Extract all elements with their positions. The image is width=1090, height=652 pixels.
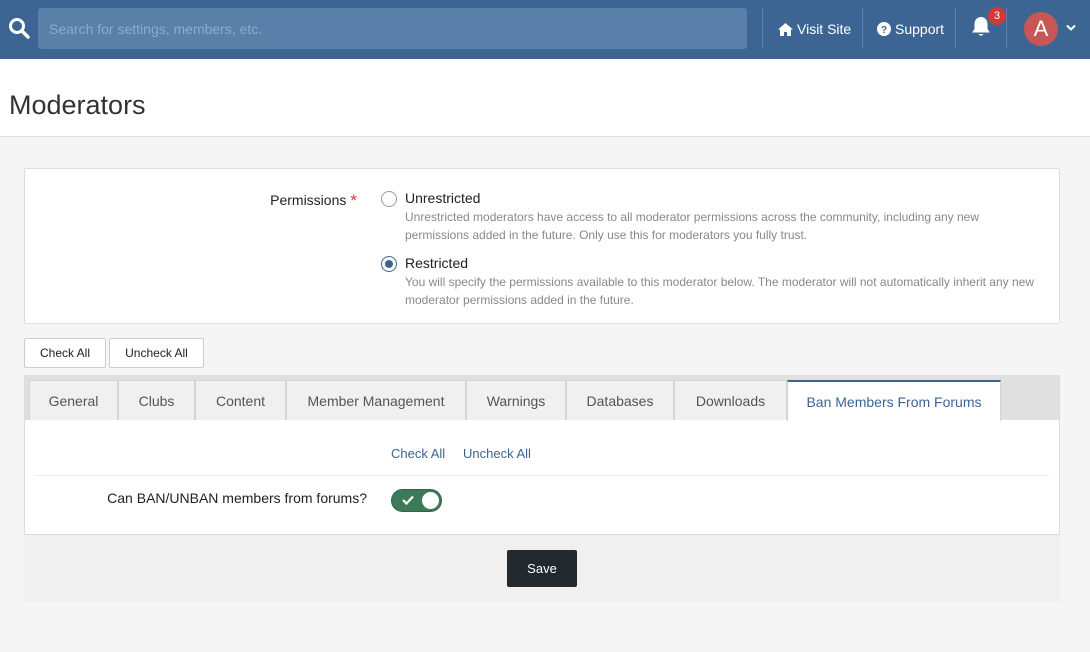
svg-text:?: ? <box>881 25 887 36</box>
ban-setting-toggle[interactable] <box>391 489 442 512</box>
toggle-knob <box>422 492 439 509</box>
uncheck-all-button[interactable]: Uncheck All <box>109 338 204 368</box>
page-header: Moderators <box>0 59 1090 137</box>
restricted-radio[interactable] <box>381 256 397 272</box>
search-icon[interactable] <box>8 17 30 39</box>
chevron-down-icon[interactable] <box>1066 24 1076 32</box>
tab-databases[interactable]: Databases <box>566 380 674 420</box>
visit-site-link[interactable]: Visit Site <box>778 19 851 39</box>
page-title: Moderators <box>9 90 146 120</box>
divider <box>862 8 863 48</box>
unrestricted-desc: Unrestricted moderators have access to a… <box>405 210 980 242</box>
restricted-title: Restricted <box>405 255 469 271</box>
tab-ban-members-from-forums[interactable]: Ban Members From Forums <box>787 380 1001 421</box>
visit-site-label: Visit Site <box>797 21 852 37</box>
search-input[interactable] <box>38 8 747 49</box>
notification-badge: 3 <box>988 7 1006 25</box>
top-bar: Visit Site ? Support 3 A <box>0 0 1090 59</box>
avatar[interactable]: A <box>1024 12 1058 46</box>
tab-member-management[interactable]: Member Management <box>286 380 466 420</box>
tab-check-all-link[interactable]: Check All <box>391 446 445 461</box>
tab-downloads[interactable]: Downloads <box>674 380 787 420</box>
check-all-button[interactable]: Check All <box>24 338 106 368</box>
question-circle-icon: ? <box>877 22 891 36</box>
support-label: Support <box>895 21 945 37</box>
restricted-desc: You will specify the permissions availab… <box>405 275 1034 307</box>
tab-general[interactable]: General <box>29 380 118 420</box>
divider <box>1006 8 1007 48</box>
tab-warnings[interactable]: Warnings <box>466 380 566 420</box>
support-link[interactable]: ? Support <box>877 19 944 39</box>
check-icon <box>402 495 414 505</box>
permissions-label: Permissions * <box>270 190 357 210</box>
tab-clubs[interactable]: Clubs <box>118 380 195 420</box>
permissions-panel: Permissions * Unrestricted Unrestricted m… <box>24 168 1060 324</box>
form-footer: Save <box>24 535 1060 602</box>
required-mark: * <box>350 191 357 210</box>
tab-uncheck-all-link[interactable]: Uncheck All <box>463 446 531 461</box>
permissions-label-text: Permissions <box>270 192 347 208</box>
ban-setting-label: Can BAN/UNBAN members from forums? <box>107 490 367 506</box>
tab-bar: General Clubs Content Member Management … <box>25 376 1059 421</box>
save-button[interactable]: Save <box>507 550 577 587</box>
home-icon <box>778 22 793 36</box>
tab-content[interactable]: Content <box>195 380 286 420</box>
tabs-panel: General Clubs Content Member Management … <box>24 375 1060 535</box>
unrestricted-radio[interactable] <box>381 191 397 207</box>
divider <box>955 8 956 48</box>
divider <box>762 8 763 48</box>
divider <box>35 475 1049 476</box>
unrestricted-title: Unrestricted <box>405 190 481 206</box>
